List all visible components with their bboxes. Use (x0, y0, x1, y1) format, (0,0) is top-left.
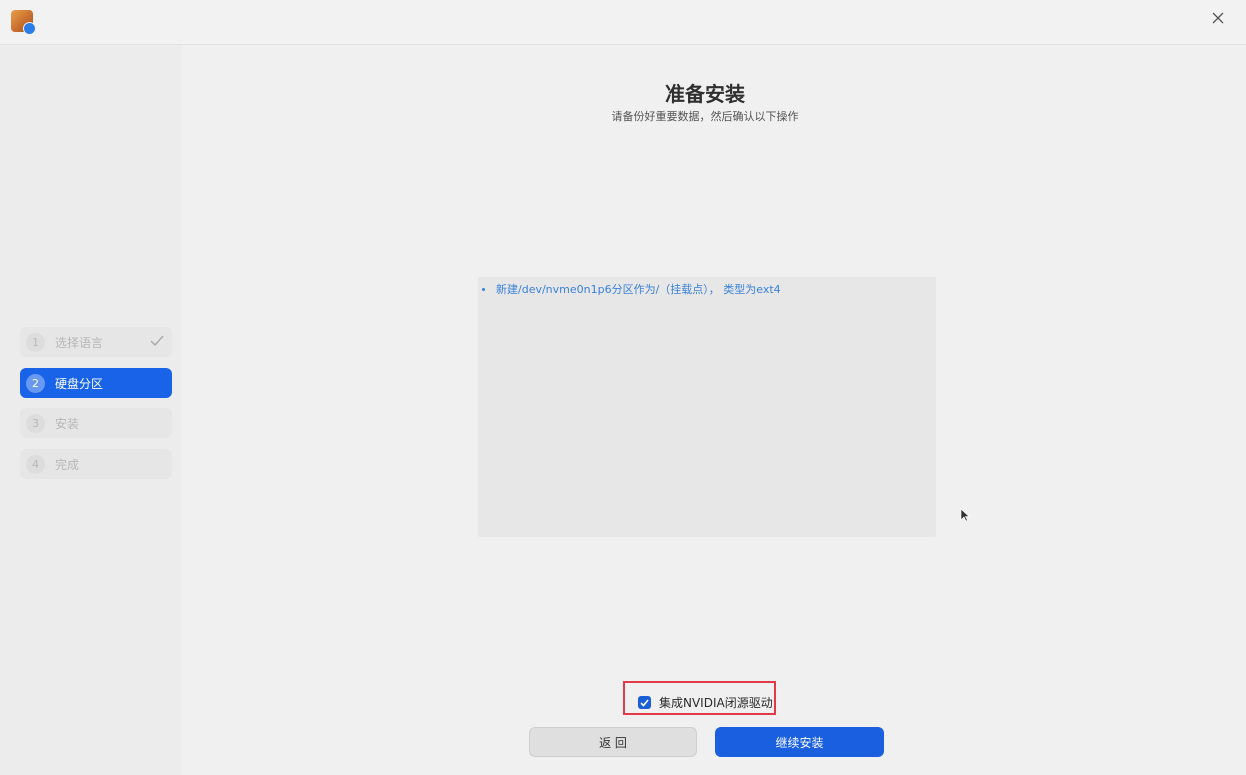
download-badge-icon (23, 22, 36, 35)
step-number: 3 (26, 413, 45, 433)
operation-item: 新建/dev/nvme0n1p6分区作为/（挂载点）， 类型为ext4 (480, 281, 781, 297)
page-title: 准备安装 (665, 82, 745, 106)
installer-window: 1 选择语言 2 硬盘分区 3 安装 4 完成 准备安装 请备份好重要数据，然后… (0, 0, 1246, 775)
step-label: 选择语言 (55, 335, 104, 350)
step-label: 硬盘分区 (55, 376, 104, 391)
step-label: 完成 (55, 457, 80, 472)
close-button[interactable] (1206, 6, 1230, 30)
nvidia-driver-checkbox[interactable]: 集成NVIDIA闭源驱动 (638, 694, 773, 711)
check-icon (150, 335, 164, 347)
bullet-icon (482, 287, 485, 291)
operation-text: 新建/dev/nvme0n1p6分区作为/（挂载点）， 类型为ext4 (496, 283, 781, 296)
operations-list: 新建/dev/nvme0n1p6分区作为/（挂载点）， 类型为ext4 (478, 277, 936, 537)
step-install: 3 安装 (20, 408, 172, 438)
page-subtitle: 请备份好重要数据，然后确认以下操作 (611, 110, 799, 123)
step-number: 1 (26, 332, 45, 352)
checkbox-checked-icon[interactable] (638, 696, 651, 709)
step-select-language: 1 选择语言 (20, 327, 172, 357)
continue-install-button[interactable]: 继续安装 (715, 727, 884, 757)
step-finish: 4 完成 (20, 449, 172, 479)
mouse-cursor-icon (960, 508, 970, 522)
step-disk-partition: 2 硬盘分区 (20, 368, 172, 398)
installer-app-icon (11, 10, 36, 35)
step-number: 2 (26, 373, 45, 393)
close-icon (1212, 12, 1224, 24)
step-number: 4 (26, 454, 45, 474)
steps-sidebar: 1 选择语言 2 硬盘分区 3 安装 4 完成 (0, 45, 181, 775)
step-label: 安装 (55, 416, 80, 431)
checkmark-icon (640, 698, 649, 707)
back-button[interactable]: 返 回 (529, 727, 697, 757)
nvidia-driver-label[interactable]: 集成NVIDIA闭源驱动 (659, 694, 773, 711)
title-bar (0, 0, 1246, 45)
